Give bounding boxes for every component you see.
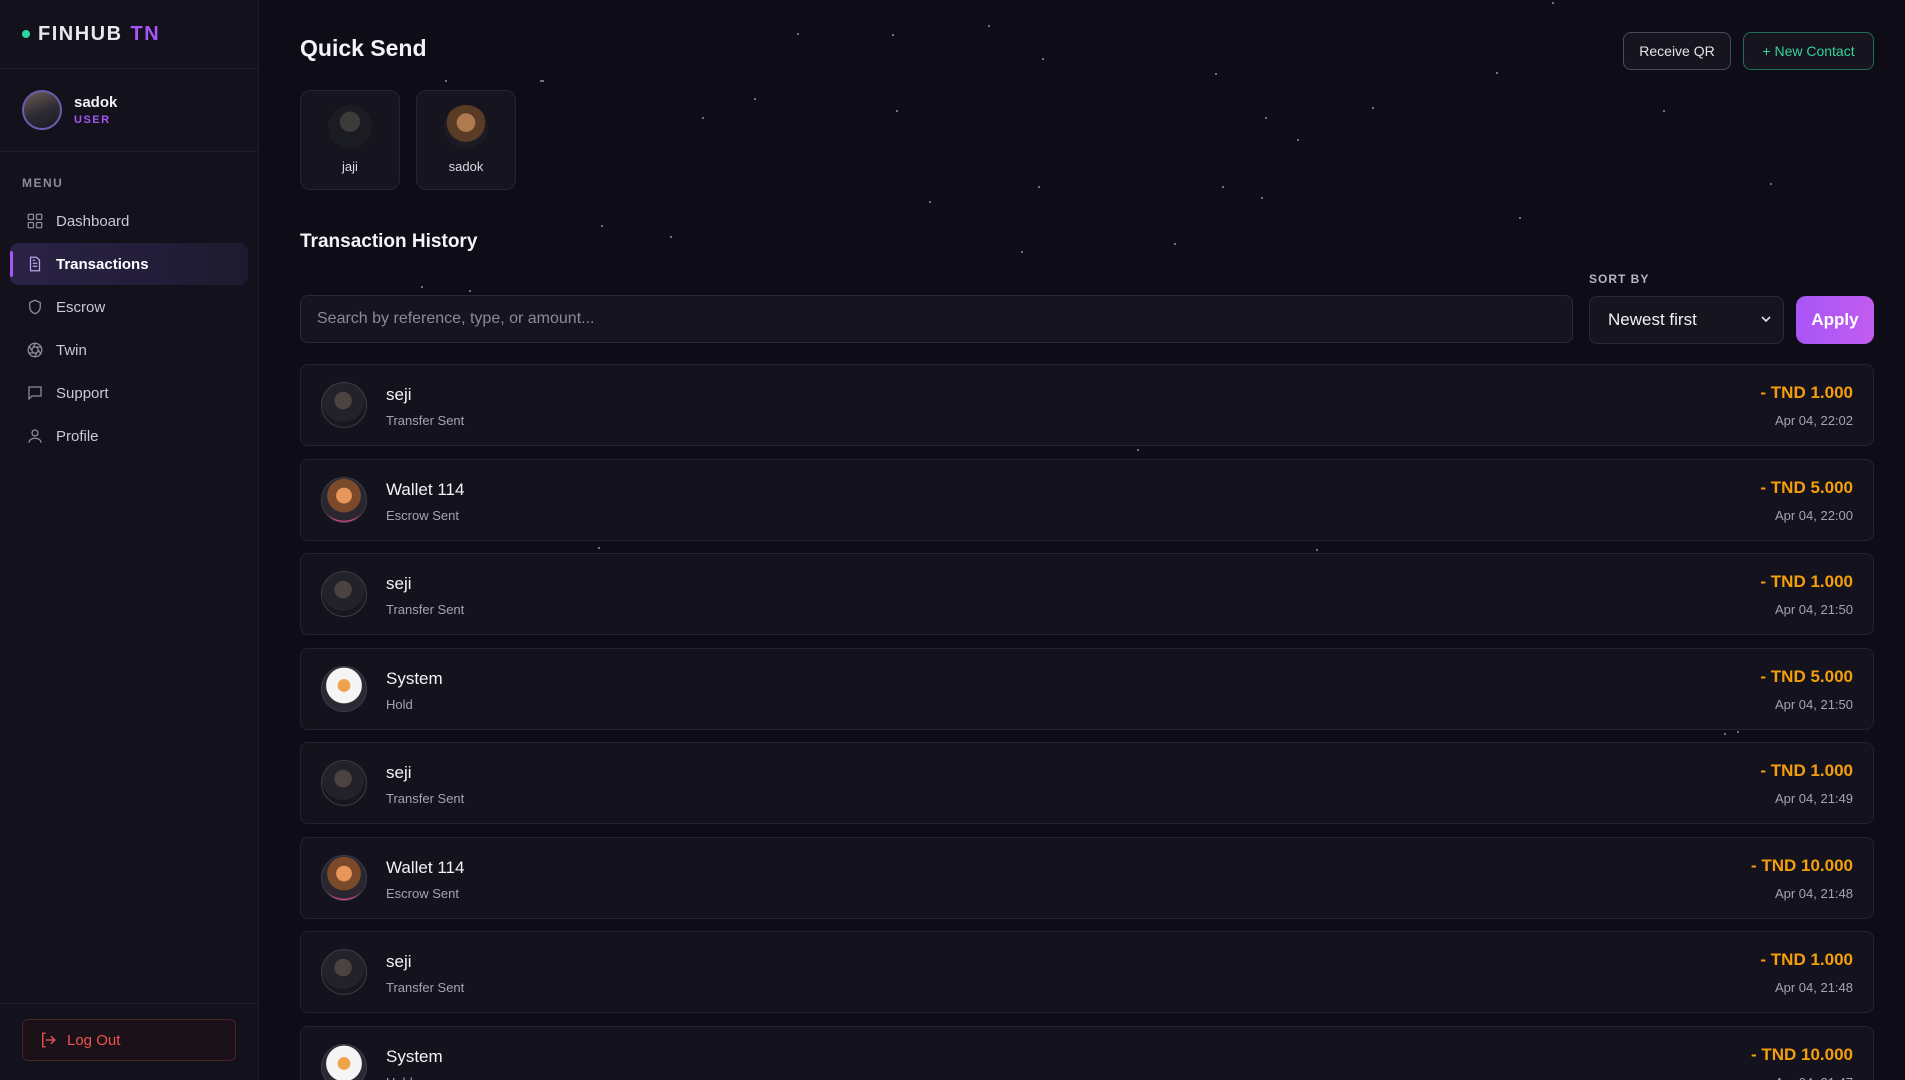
transaction-row[interactable]: System Hold - TND 5.000 Apr 04, 21:50 — [300, 647, 1874, 730]
sidebar-item-label: Profile — [56, 427, 99, 445]
transaction-avatar — [321, 1043, 367, 1080]
transaction-avatar — [321, 665, 367, 712]
transaction-amount: - TND 1.000 — [1760, 950, 1853, 969]
transaction-type: Escrow Sent — [386, 507, 459, 523]
user-name: sadok — [74, 94, 118, 111]
contact-name: sadok — [448, 159, 484, 174]
transaction-row[interactable]: seji Transfer Sent - TND 1.000 Apr 04, 22:0… — [300, 364, 1874, 446]
contact-name: jaji — [342, 159, 358, 174]
transaction-row[interactable]: seji Transfer Sent - TND 1.000 Apr 04, 21:5… — [300, 553, 1874, 635]
brand-name: FINHUB — [38, 22, 123, 45]
transaction-party: seji — [386, 574, 412, 593]
transaction-date: Apr 04, 22:02 — [1774, 413, 1853, 428]
sidebar-item-label: Dashboard — [56, 212, 130, 230]
quick-send-title: Quick Send — [300, 35, 427, 61]
transaction-party: seji — [386, 763, 412, 782]
transaction-amount: - TND 1.000 — [1760, 572, 1853, 591]
grid-icon — [27, 213, 43, 229]
logout-icon — [42, 1032, 56, 1048]
document-icon — [29, 256, 41, 272]
sidebar-item-label: Transactions — [56, 255, 149, 273]
transaction-avatar — [321, 382, 367, 428]
brand-logo[interactable]: FINHUB TN — [0, 0, 258, 69]
new-contact-button[interactable]: + New Contact — [1743, 32, 1874, 70]
shield-icon — [29, 299, 41, 315]
chevron-down-icon — [1761, 316, 1771, 323]
sidebar-item-label: Twin — [56, 341, 87, 359]
user-role: USER — [74, 114, 111, 126]
user-icon — [28, 429, 42, 443]
receive-qr-button[interactable]: Receive QR — [1623, 32, 1731, 70]
transaction-avatar — [321, 476, 367, 523]
transaction-party: System — [386, 1046, 443, 1066]
sort-select-value: Newest first — [1608, 310, 1697, 329]
main-content: Quick Send Receive QR + New Contact jaji… — [259, 0, 1905, 1080]
transaction-type: Transfer Sent — [386, 413, 465, 428]
sidebar-item-profile[interactable]: Profile — [10, 415, 248, 457]
sidebar-item-transactions[interactable]: Transactions — [10, 243, 248, 285]
transaction-row[interactable]: seji Transfer Sent - TND 1.000 Apr 04, 21:4… — [300, 931, 1874, 1013]
transaction-party: Wallet 114 — [386, 857, 465, 877]
transaction-history-title: Transaction History — [300, 231, 478, 252]
quick-send-contact[interactable]: jaji — [300, 90, 400, 190]
chat-icon — [28, 386, 42, 401]
transaction-type: Transfer Sent — [386, 980, 465, 995]
transaction-party: seji — [386, 385, 412, 404]
transaction-amount: - TND 1.000 — [1760, 761, 1853, 780]
transaction-avatar — [321, 949, 367, 995]
sort-select[interactable]: Newest first — [1589, 296, 1784, 344]
transaction-amount: - TND 5.000 — [1760, 666, 1853, 686]
user-card: sadok USER — [0, 69, 258, 152]
logout-section: Log Out — [0, 1003, 258, 1080]
transaction-party: seji — [386, 952, 412, 971]
brand-dot-icon — [22, 30, 30, 38]
contact-avatar — [328, 105, 372, 149]
transaction-amount: - TND 5.000 — [1760, 477, 1853, 497]
transaction-amount: - TND 10.000 — [1750, 1044, 1853, 1064]
sidebar-item-label: Escrow — [56, 298, 106, 316]
sidebar-item-escrow[interactable]: Escrow — [10, 286, 248, 328]
transaction-date: Apr 04, 21:47 — [1775, 1075, 1853, 1080]
transaction-date: Apr 04, 21:49 — [1774, 791, 1853, 806]
transaction-row[interactable]: Wallet 114 Escrow Sent - TND 5.000 Apr 04, … — [300, 458, 1874, 541]
sidebar-item-support[interactable]: Support — [10, 372, 248, 414]
transaction-type: Escrow Sent — [386, 885, 459, 901]
brand-suffix: TN — [130, 22, 161, 45]
transaction-date: Apr 04, 21:50 — [1774, 602, 1853, 617]
transaction-avatar — [321, 571, 367, 617]
apply-button[interactable]: Apply — [1796, 296, 1874, 344]
transaction-amount: - TND 1.000 — [1760, 383, 1853, 402]
transaction-amount: - TND 10.000 — [1750, 855, 1853, 875]
sidebar-item-dashboard[interactable]: Dashboard — [10, 200, 248, 242]
avatar[interactable] — [22, 90, 62, 130]
transaction-date: Apr 04, 22:00 — [1774, 507, 1853, 523]
transaction-type: Transfer Sent — [386, 791, 465, 806]
logout-label: Log Out — [67, 1031, 121, 1049]
transaction-type: Transfer Sent — [386, 602, 465, 617]
transaction-row[interactable]: seji Transfer Sent - TND 1.000 Apr 04, 21:4… — [300, 742, 1874, 824]
transaction-date: Apr 04, 21:50 — [1774, 696, 1853, 712]
logout-button[interactable]: Log Out — [22, 1019, 236, 1061]
contact-avatar — [444, 105, 488, 149]
transaction-type: Hold — [386, 696, 413, 712]
transaction-date: Apr 04, 21:48 — [1774, 885, 1853, 901]
transaction-date: Apr 04, 21:48 — [1774, 980, 1853, 995]
sidebar-item-twin[interactable]: Twin — [10, 329, 248, 371]
transaction-row[interactable]: System Hold - TND 10.000 Apr 04, 21:47 — [300, 1025, 1874, 1080]
sort-by-label: SORT BY — [1589, 272, 1650, 286]
aperture-icon — [27, 342, 43, 358]
transaction-avatar — [321, 854, 367, 901]
transaction-party: System — [386, 668, 443, 688]
menu-title: MENU — [22, 176, 64, 190]
sidebar-item-label: Support — [56, 384, 109, 402]
search-input[interactable] — [300, 295, 1573, 343]
transaction-row[interactable]: Wallet 114 Escrow Sent - TND 10.000 Apr 04,… — [300, 836, 1874, 919]
transaction-avatar — [321, 760, 367, 806]
quick-send-contact[interactable]: sadok — [416, 90, 516, 190]
transaction-party: Wallet 114 — [386, 479, 465, 499]
transaction-type: Hold — [386, 1075, 413, 1080]
sidebar: FINHUB TN sadok USER MENU Dashboard Tran… — [0, 0, 259, 1080]
